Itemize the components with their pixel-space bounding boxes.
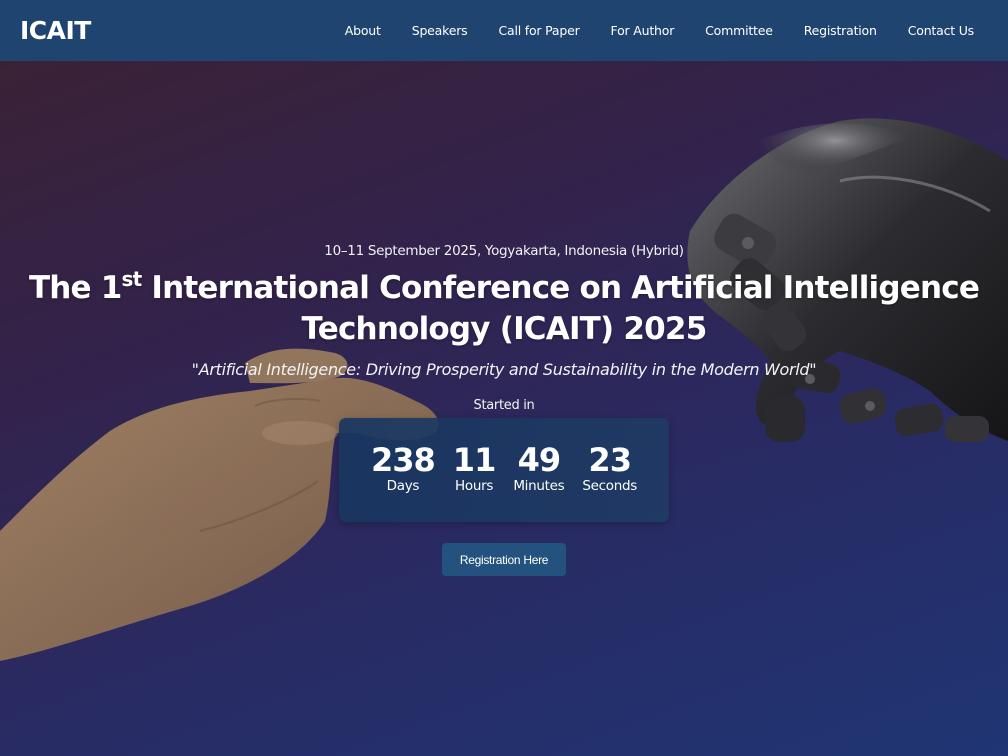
nav-link-contact-us[interactable]: Contact Us xyxy=(908,23,974,38)
countdown-minutes-label: Minutes xyxy=(513,478,565,494)
hero-content: 10–11 September 2025, Yogyakarta, Indone… xyxy=(0,61,1008,756)
countdown-days-value: 238 xyxy=(371,441,436,479)
countdown-hours-label: Hours xyxy=(455,478,494,494)
countdown-days: 238 Days xyxy=(371,441,436,494)
countdown-days-label: Days xyxy=(386,478,420,494)
nav-link-committee[interactable]: Committee xyxy=(705,23,773,38)
title-line2: Technology (ICAIT) 2025 xyxy=(301,311,708,347)
nav-menu: About Speakers Call for Paper For Author… xyxy=(345,23,974,38)
countdown-timer: 238 Days 11 Hours 49 Minutes 23 Seconds xyxy=(339,418,669,522)
nav-link-registration[interactable]: Registration xyxy=(804,23,877,38)
brand-logo[interactable]: ICAIT xyxy=(20,16,91,45)
hero-section: 10–11 September 2025, Yogyakarta, Indone… xyxy=(0,61,1008,756)
countdown-caption: Started in xyxy=(473,398,535,413)
title-ordinal-suffix: st xyxy=(121,267,143,291)
navbar: ICAIT About Speakers Call for Paper For … xyxy=(0,0,1008,61)
countdown-hours-value: 11 xyxy=(452,441,497,479)
countdown-minutes-value: 49 xyxy=(517,441,562,479)
countdown-seconds-label: Seconds xyxy=(582,478,637,494)
countdown-seconds: 23 Seconds xyxy=(582,442,637,494)
nav-link-speakers[interactable]: Speakers xyxy=(412,23,468,38)
registration-here-button[interactable]: Registration Here xyxy=(442,543,566,576)
countdown-hours: 11 Hours xyxy=(452,441,497,494)
nav-link-about[interactable]: About xyxy=(345,23,381,38)
countdown-minutes: 49 Minutes xyxy=(513,442,564,494)
countdown-seconds-value: 23 xyxy=(588,441,632,479)
page-title: The 1st International Conference on Arti… xyxy=(0,268,1008,350)
nav-link-for-author[interactable]: For Author xyxy=(611,23,675,38)
title-prefix: The 1 xyxy=(28,270,122,306)
title-line1-rest: International Conference on Artificial I… xyxy=(141,270,980,306)
conference-theme: "Artificial Intelligence: Driving Prospe… xyxy=(191,360,817,379)
nav-link-call-for-paper[interactable]: Call for Paper xyxy=(498,23,579,38)
event-date-location: 10–11 September 2025, Yogyakarta, Indone… xyxy=(324,243,684,259)
